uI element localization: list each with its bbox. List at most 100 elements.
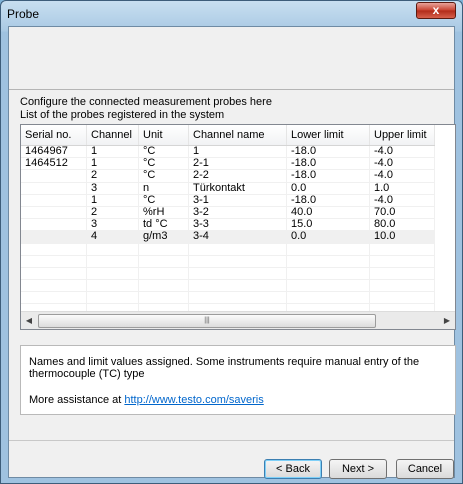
window-title: Probe <box>7 7 40 21</box>
cell-unit: °C <box>138 157 189 171</box>
cell-channel: 1 <box>86 157 139 171</box>
empty-row <box>21 243 435 256</box>
assistance-link[interactable]: http://www.testo.com/saveris <box>124 394 263 406</box>
empty-row <box>21 255 435 268</box>
table-row[interactable]: 1 °C 3-1 -18.0 -4.0 <box>21 194 435 207</box>
cell-unit: g/m3 <box>138 230 189 244</box>
empty-cell <box>286 243 370 256</box>
empty-cell <box>286 279 370 293</box>
cell-channel: 2 <box>86 169 139 183</box>
cell-serial <box>21 194 87 207</box>
table-row[interactable]: 2 °C 2-2 -18.0 -4.0 <box>21 169 435 183</box>
cell-lower-limit: -18.0 <box>286 157 370 171</box>
empty-cell <box>188 267 287 281</box>
cell-upper-limit: -4.0 <box>369 157 435 171</box>
cell-channel: 3 <box>86 218 139 232</box>
empty-cell <box>286 267 370 281</box>
cell-serial <box>21 218 87 232</box>
empty-cell <box>21 255 87 268</box>
cell-serial <box>21 169 87 183</box>
cell-channel-name: 2-1 <box>188 157 287 171</box>
empty-cell <box>188 291 287 305</box>
cell-upper-limit: -4.0 <box>369 145 435 159</box>
close-button[interactable]: x <box>416 2 456 19</box>
next-button[interactable]: Next > <box>329 459 387 479</box>
empty-cell <box>86 279 139 293</box>
cell-upper-limit: 1.0 <box>369 182 435 195</box>
column-header-upper-limit[interactable]: Upper limit <box>369 125 435 146</box>
cell-channel-name: 1 <box>188 145 287 159</box>
column-header-channel[interactable]: Channel <box>86 125 139 146</box>
empty-cell <box>21 279 87 293</box>
empty-cell <box>86 267 139 281</box>
empty-cell <box>188 279 287 293</box>
cell-lower-limit: -18.0 <box>286 145 370 159</box>
column-header-serial[interactable]: Serial no. <box>21 125 87 146</box>
cancel-button[interactable]: Cancel <box>396 459 454 479</box>
cell-serial <box>21 230 87 244</box>
table-row[interactable]: 1464967 1 °C 1 -18.0 -4.0 <box>21 145 435 159</box>
cell-lower-limit: 0.0 <box>286 182 370 195</box>
empty-cell <box>86 255 139 268</box>
column-header-channel-name[interactable]: Channel name <box>188 125 287 146</box>
scrollbar-thumb[interactable]: ||| <box>38 314 376 328</box>
back-button[interactable]: < Back <box>264 459 322 479</box>
cell-channel: 1 <box>86 194 139 207</box>
cell-channel: 3 <box>86 182 139 195</box>
table-row[interactable]: 3 n Türkontakt 0.0 1.0 <box>21 182 435 195</box>
empty-cell <box>21 243 87 256</box>
table-row[interactable]: 1464512 1 °C 2-1 -18.0 -4.0 <box>21 157 435 171</box>
empty-cell <box>86 291 139 305</box>
intro-text: Configure the connected measurement prob… <box>20 96 272 122</box>
column-header-unit[interactable]: Unit <box>138 125 189 146</box>
title-bar[interactable]: Probe x <box>1 1 462 25</box>
horizontal-scrollbar[interactable]: ◀ ||| ▶ <box>21 311 455 329</box>
empty-cell <box>138 291 189 305</box>
info-panel: Names and limit values assigned. Some in… <box>20 345 456 415</box>
cell-channel: 1 <box>86 145 139 159</box>
chevron-left-icon[interactable]: ◀ <box>21 312 37 329</box>
cell-channel-name: Türkontakt <box>188 182 287 195</box>
table-row[interactable]: 4 g/m3 3-4 0.0 10.0 <box>21 230 435 244</box>
empty-cell <box>21 291 87 305</box>
empty-row <box>21 267 435 281</box>
probes-table[interactable]: Serial no. Channel Unit Channel name Low… <box>20 124 456 330</box>
cell-channel-name: 2-2 <box>188 169 287 183</box>
cell-upper-limit: -4.0 <box>369 169 435 183</box>
cell-lower-limit: 40.0 <box>286 206 370 220</box>
cell-serial <box>21 182 87 195</box>
cell-unit: n <box>138 182 189 195</box>
intro-line-list: List of the probes registered in the sys… <box>20 109 225 121</box>
empty-cell <box>21 267 87 281</box>
column-header-lower-limit[interactable]: Lower limit <box>286 125 370 146</box>
assistance-line: More assistance at http://www.testo.com/… <box>29 394 264 406</box>
empty-cell <box>286 255 370 268</box>
cell-serial <box>21 206 87 220</box>
cell-upper-limit: -4.0 <box>369 194 435 207</box>
cell-lower-limit: 0.0 <box>286 230 370 244</box>
table-row[interactable]: 3 td °C 3-3 15.0 80.0 <box>21 218 435 232</box>
probes-table-grid: Serial no. Channel Unit Channel name Low… <box>21 125 435 317</box>
table-header-row: Serial no. Channel Unit Channel name Low… <box>21 125 435 146</box>
empty-cell <box>286 291 370 305</box>
cell-upper-limit: 80.0 <box>369 218 435 232</box>
assistance-prefix: More assistance at <box>29 394 125 406</box>
empty-cell <box>86 243 139 256</box>
intro-line-configure: Configure the connected measurement prob… <box>20 96 272 108</box>
chevron-right-icon[interactable]: ▶ <box>439 312 455 329</box>
cell-unit: °C <box>138 145 189 159</box>
cell-channel: 4 <box>86 230 139 244</box>
empty-cell <box>369 291 435 305</box>
empty-cell <box>138 243 189 256</box>
table-row[interactable]: 2 %rH 3-2 40.0 70.0 <box>21 206 435 220</box>
footer-divider <box>9 440 454 441</box>
probe-dialog: Probe x Configure the connected measurem… <box>0 0 463 484</box>
cell-channel-name: 3-2 <box>188 206 287 220</box>
empty-cell <box>138 279 189 293</box>
status-message: Names and limit values assigned. Some in… <box>29 356 420 380</box>
dialog-client-area: Configure the connected measurement prob… <box>8 26 456 479</box>
cell-unit: %rH <box>138 206 189 220</box>
empty-cell <box>369 255 435 268</box>
cell-serial: 1464967 <box>21 145 87 159</box>
empty-row <box>21 291 435 305</box>
